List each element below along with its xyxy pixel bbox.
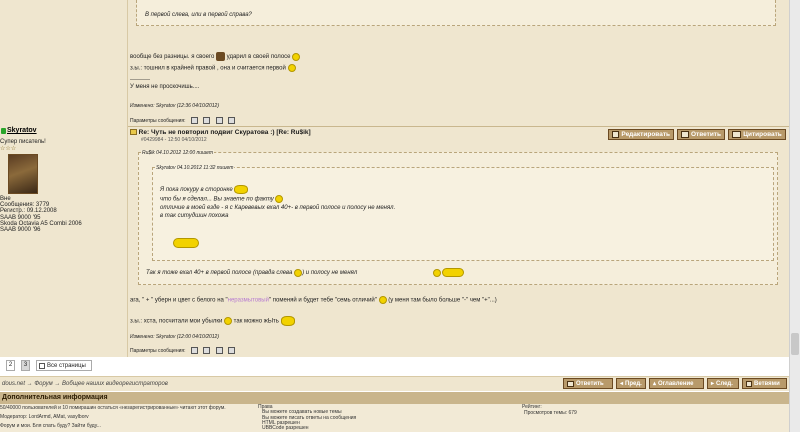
scroll-thumb[interactable] (791, 333, 799, 355)
colored-link[interactable]: неразмытовый (228, 298, 269, 304)
glasses-emoticon-icon (442, 268, 465, 277)
smile-icon (294, 268, 303, 277)
branches-icon (746, 380, 752, 387)
prev-icon: ◂ (620, 381, 624, 387)
smile-icon (432, 268, 441, 277)
next-icon: ▸ (711, 381, 715, 387)
smoking-emoticon-icon (234, 185, 249, 194)
page-link[interactable]: 2 (6, 360, 15, 371)
inner-quote-header: Skyratov 04.10.2012 11:32 пишет (155, 165, 235, 171)
info-header: Дополнительная информация (0, 392, 789, 404)
author-column: Skyratov Супер писатель! ☆☆☆ Вне Сообщен… (0, 0, 128, 357)
smile-icon (287, 64, 296, 72)
author-stars: ☆☆☆ (0, 146, 17, 152)
quote-box-outer: Ru$ik 04.10.2012 12:00 пишет Skyratov 04… (138, 150, 778, 285)
post-body-line1: ага, " + " уберн и цвет с белого на "нер… (130, 296, 497, 304)
nav-next-button[interactable]: ▸ След. (707, 378, 739, 389)
edit-button[interactable]: Редактировать (608, 129, 674, 140)
post-meta: #0429984 - 12:50 04/10/2012 (141, 137, 207, 143)
quote-box-prev: В первой слева, или в первой справа? (136, 0, 776, 26)
outer-quote-text: Так я тоже ехал 40+ в первой полосе (пра… (146, 268, 465, 277)
nav-reply-button[interactable]: Ответить (563, 378, 613, 389)
quote-box-inner: Skyratov 04.10.2012 11:32 пишет Я пока п… (152, 165, 774, 261)
nav-tree-button[interactable]: ▴ Оглавление (649, 378, 704, 389)
bookmark-icon[interactable] (203, 347, 211, 354)
page-current: 3 (21, 360, 30, 371)
smile-icon (378, 296, 387, 304)
post-icon (130, 129, 137, 136)
outer-quote-header: Ru$ik 04.10.2012 12:00 пишет (141, 150, 215, 156)
pages-icon (39, 362, 45, 369)
up-icon: ▴ (653, 381, 657, 387)
inner-quote-text: Я пока покуру в сторонке что бы я сделал… (160, 185, 395, 221)
post-title[interactable]: Re: Чуть не повторил подвиг Скуратова :)… (139, 129, 311, 136)
edit-icon (612, 131, 620, 138)
bookmark-icon[interactable] (203, 117, 211, 124)
post-title-row: Re: Чуть не повторил подвиг Скуратова :)… (130, 129, 311, 136)
info-body: 50/40000 пользователей и 10 помирашин ос… (0, 404, 789, 432)
nav-prev-button[interactable]: ◂ Пред. (616, 378, 646, 389)
print-icon[interactable] (190, 347, 198, 354)
post-body-line2: з.ы.: хста, посчитали мои убылки так мож… (130, 316, 295, 326)
post-edited: Изменено: Skyratov (12:00 04/10/2012) (130, 334, 219, 340)
prev-edited: Изменено: Skyratov (12:36 04/10/2012) (130, 103, 219, 109)
quote-icon (732, 131, 742, 138)
dance-emoticon-icon (280, 316, 295, 326)
breadcrumb-text[interactable]: dous.net → Форум → Вобщее наших видеорег… (2, 381, 168, 387)
online-icon (1, 128, 6, 134)
quote-button[interactable]: Цитировать (728, 129, 786, 140)
author-meta: Вне Сообщения: 3779 Регистр.: 09.12.2008… (0, 196, 82, 234)
post-params: Параметры сообщения: (130, 347, 236, 354)
smile-icon (224, 317, 232, 325)
posts-area: В первой слева, или в первой справа? воо… (128, 0, 789, 357)
prev-params: Параметры сообщения: (130, 117, 236, 124)
author-name[interactable]: Skyratov (7, 127, 37, 134)
reply-icon (681, 131, 689, 138)
forward-icon[interactable] (228, 117, 236, 124)
scrollbar[interactable] (789, 0, 800, 432)
prev-post-body: вообще без разницы. я своего ударил в св… (130, 52, 301, 90)
forward-icon[interactable] (228, 347, 236, 354)
quote-line: В первой слева, или в первой справа? (145, 12, 252, 18)
reply-button[interactable]: Ответить (677, 129, 725, 140)
nav-branches-button[interactable]: Ветвями (742, 378, 787, 389)
reply-icon (567, 380, 574, 387)
notify-icon[interactable] (215, 117, 223, 124)
glasses-emoticon-icon (173, 238, 199, 248)
avatar (8, 154, 38, 194)
smile-icon (275, 194, 284, 203)
bunny-emoticon-icon (215, 52, 225, 61)
notify-icon[interactable] (215, 347, 223, 354)
print-icon[interactable] (190, 117, 198, 124)
all-pages-link[interactable]: Все страницы (36, 360, 92, 371)
smile-icon (292, 52, 301, 61)
